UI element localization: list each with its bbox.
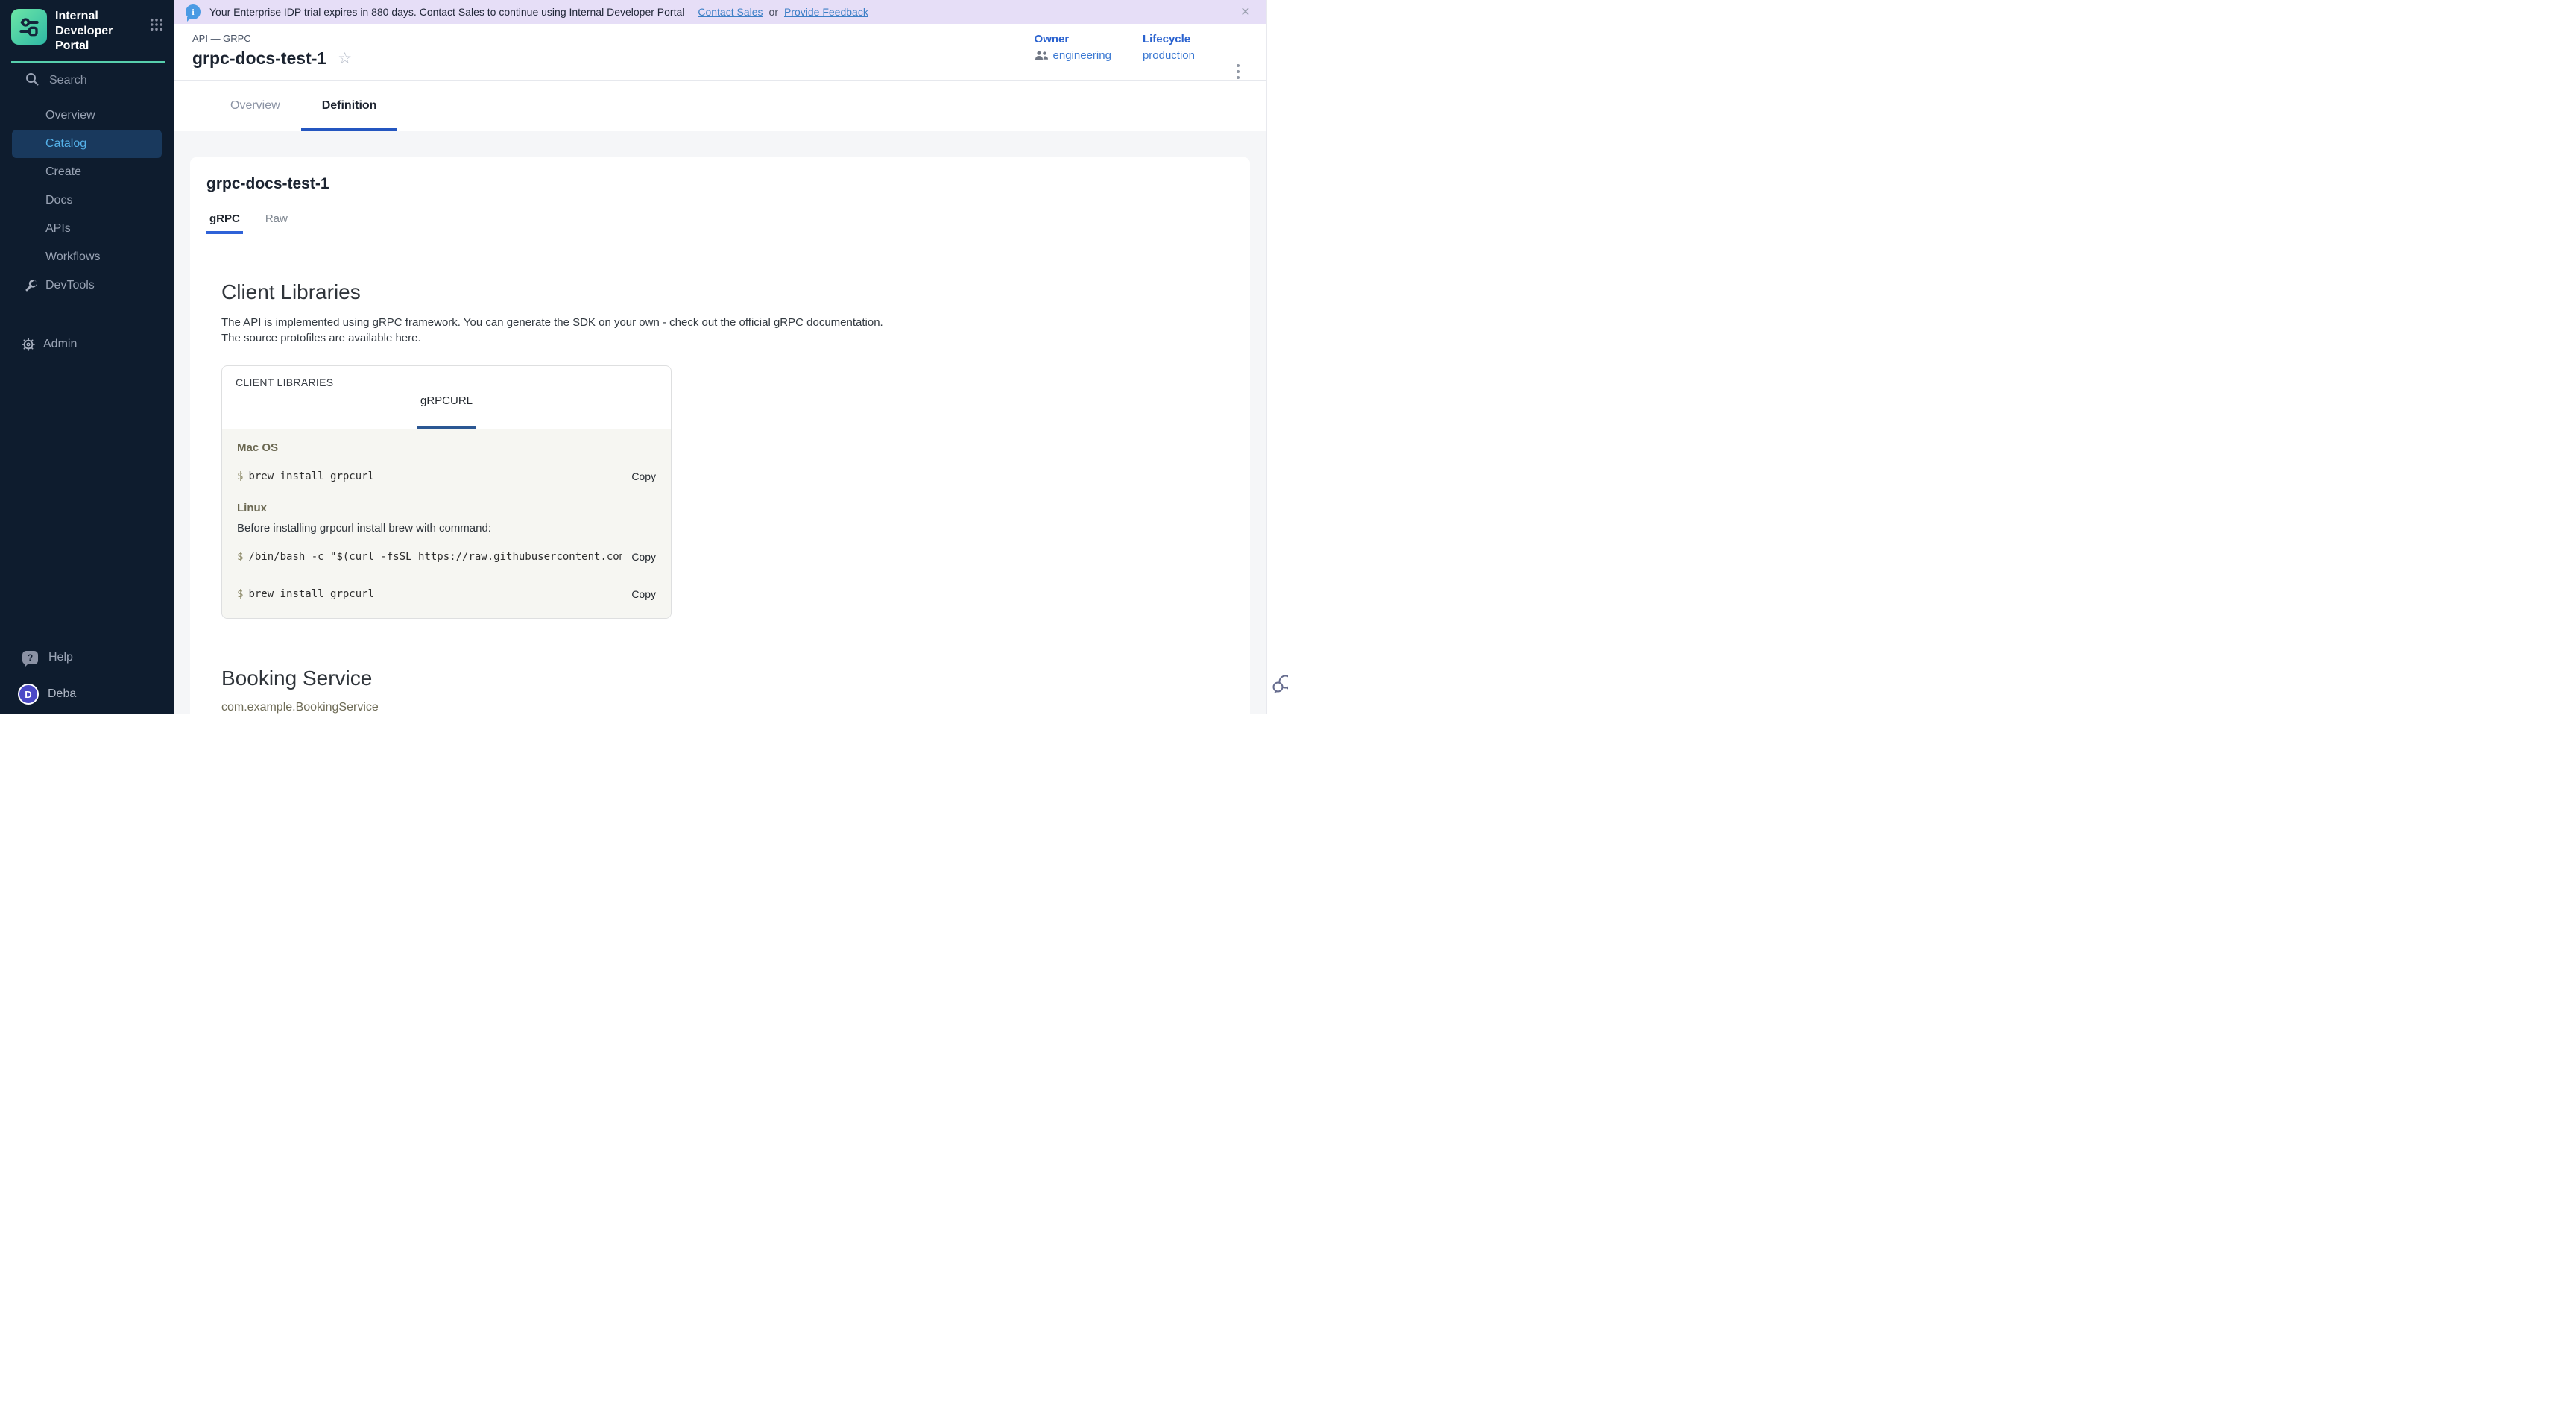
admin-label: Admin	[43, 338, 77, 351]
owner-team: engineering	[1053, 49, 1111, 62]
sidebar-nav: Overview Catalog Create Docs APIs Workfl…	[0, 92, 174, 300]
owner-value[interactable]: engineering	[1035, 49, 1111, 62]
linux-heading: Linux	[237, 502, 656, 514]
kebab-menu-icon[interactable]	[1237, 64, 1240, 79]
tab-grpcurl[interactable]: gRPCURL	[222, 394, 671, 407]
lifecycle-value: production	[1143, 49, 1195, 62]
trial-banner: i Your Enterprise IDP trial expires in 8…	[174, 0, 1266, 24]
service-name: com.example.BookingService	[221, 701, 1234, 714]
entity-tabs: Overview Definition	[174, 81, 1266, 131]
client-libraries-heading: Client Libraries	[221, 280, 1234, 304]
code-text: brew install grpcurl	[248, 588, 622, 600]
sidebar-item-catalog[interactable]: Catalog	[12, 130, 162, 158]
star-icon[interactable]: ☆	[338, 51, 352, 66]
lifecycle-block: Lifecycle production	[1143, 33, 1195, 62]
definition-card-title: grpc-docs-test-1	[206, 175, 1234, 193]
nav-label: Catalog	[45, 137, 86, 151]
chat-bubbles-icon[interactable]	[1272, 674, 1288, 699]
format-tabs: gRPC Raw	[209, 212, 1234, 234]
nav-label: APIs	[45, 222, 71, 236]
sidebar-accent-rule	[11, 61, 165, 63]
code-row-macos: $ brew install grpcurl Copy	[237, 470, 656, 482]
description-line: The API is implemented using gRPC framew…	[221, 315, 1234, 330]
definition-card: grpc-docs-test-1 gRPC Raw Client Librari…	[190, 157, 1250, 714]
idp-logo	[11, 9, 47, 45]
code-row-linux-grpcurl: $ brew install grpcurl Copy	[237, 588, 656, 600]
gear-icon	[22, 338, 35, 351]
right-gutter	[1266, 0, 1288, 714]
tab-indicator	[417, 426, 476, 429]
avatar: D	[18, 684, 39, 705]
linux-note: Before installing grpcurl install brew w…	[237, 522, 656, 535]
search-label: Search	[49, 74, 87, 87]
sidebar-item-devtools[interactable]: DevTools	[0, 271, 174, 300]
entity-meta: Owner engineering Lifecycle	[1035, 33, 1195, 62]
shell-prompt: $	[237, 588, 243, 600]
provide-feedback-link[interactable]: Provide Feedback	[784, 6, 868, 18]
copy-button[interactable]: Copy	[631, 470, 656, 482]
client-libraries-description: The API is implemented using gRPC framew…	[221, 315, 1234, 346]
sidebar-item-create[interactable]: Create	[0, 158, 174, 186]
nav-label: Docs	[45, 194, 72, 207]
sidebar-item-workflows[interactable]: Workflows	[0, 243, 174, 271]
panel-label: CLIENT LIBRARIES	[236, 377, 657, 388]
nav-label: Create	[45, 166, 81, 179]
code-row-brew-install-script: $ /bin/bash -c "$(curl -fsSL https://raw…	[237, 551, 656, 563]
banner-or: or	[769, 6, 778, 18]
sidebar: Internal Developer Portal Search Overvi	[0, 0, 174, 714]
user-menu[interactable]: D Deba	[18, 684, 76, 705]
client-libraries-panel-body: Mac OS $ brew install grpcurl Copy Linux…	[222, 429, 671, 618]
help-chat-icon: ?	[22, 651, 38, 664]
app-title: Internal Developer Portal	[55, 9, 143, 54]
owner-label: Owner	[1035, 33, 1111, 45]
client-libraries-panel: CLIENT LIBRARIES gRPCURL Mac OS $ brew i…	[221, 365, 672, 619]
sidebar-item-admin[interactable]: Admin	[0, 330, 174, 359]
nav-label: DevTools	[45, 279, 95, 292]
contact-sales-link[interactable]: Contact Sales	[698, 6, 763, 18]
close-icon[interactable]: ×	[1241, 4, 1250, 20]
help-label: Help	[48, 651, 73, 664]
description-line: The source protofiles are available here…	[221, 330, 1234, 346]
lifecycle-label: Lifecycle	[1143, 33, 1195, 45]
definition-tab-content: grpc-docs-test-1 gRPC Raw Client Librari…	[174, 131, 1266, 714]
people-icon	[1035, 51, 1049, 60]
grpc-panel: Client Libraries The API is implemented …	[206, 280, 1234, 714]
nav-label: Overview	[45, 109, 95, 122]
owner-block: Owner engineering	[1035, 33, 1111, 62]
banner-message: Your Enterprise IDP trial expires in 880…	[209, 6, 684, 18]
app-window: Internal Developer Portal Search Overvi	[0, 0, 1288, 714]
booking-service-section: Booking Service com.example.BookingServi…	[221, 667, 1234, 714]
nav-label: Workflows	[45, 251, 101, 264]
apps-grid-icon[interactable]	[150, 18, 163, 35]
copy-button[interactable]: Copy	[631, 551, 656, 563]
user-name: Deba	[48, 687, 76, 701]
main-content: i Your Enterprise IDP trial expires in 8…	[174, 0, 1266, 714]
search-icon	[25, 72, 39, 89]
info-icon: i	[186, 4, 201, 19]
sidebar-search[interactable]: Search	[0, 69, 174, 92]
client-libraries-panel-header: CLIENT LIBRARIES gRPCURL	[222, 366, 671, 429]
tab-raw[interactable]: Raw	[265, 212, 288, 234]
shell-prompt: $	[237, 551, 243, 563]
tab-grpc[interactable]: gRPC	[209, 212, 240, 234]
sidebar-item-apis[interactable]: APIs	[0, 215, 174, 243]
shell-prompt: $	[237, 470, 243, 482]
code-text: brew install grpcurl	[248, 470, 622, 482]
entity-header: API — GRPC grpc-docs-test-1 ☆ Owner	[174, 24, 1266, 81]
sidebar-item-overview[interactable]: Overview	[0, 101, 174, 130]
booking-service-heading: Booking Service	[221, 667, 1234, 690]
code-text: /bin/bash -c "$(curl -fsSL https://raw.g…	[248, 551, 622, 563]
sidebar-item-docs[interactable]: Docs	[0, 186, 174, 215]
logo-row: Internal Developer Portal	[0, 0, 174, 54]
page-title: grpc-docs-test-1	[192, 48, 326, 69]
tab-definition[interactable]: Definition	[301, 81, 398, 131]
wrench-icon	[25, 280, 37, 292]
tab-overview[interactable]: Overview	[209, 81, 301, 131]
help-button[interactable]: ? Help	[22, 651, 73, 664]
macos-heading: Mac OS	[237, 441, 656, 454]
copy-button[interactable]: Copy	[631, 588, 656, 600]
